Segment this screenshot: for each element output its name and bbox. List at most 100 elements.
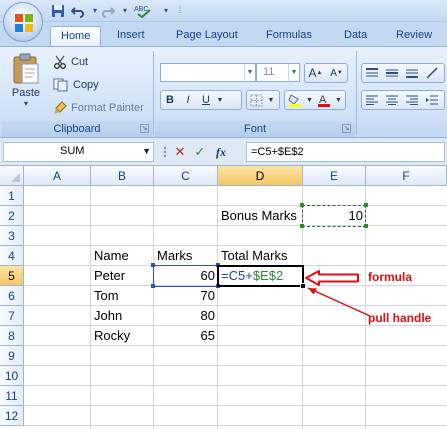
chevron-down-icon[interactable]: ▼: [244, 64, 255, 81]
italic-button[interactable]: I: [179, 91, 197, 109]
tab-page-layout[interactable]: Page Layout: [166, 26, 248, 46]
tab-insert[interactable]: Insert: [107, 26, 155, 46]
borders-button[interactable]: ▼: [246, 90, 280, 110]
font-dialog-launcher[interactable]: ↘: [342, 124, 351, 133]
row-header-7[interactable]: 7: [0, 306, 24, 326]
align-middle-icon[interactable]: [382, 64, 402, 82]
chevron-down-icon[interactable]: ▼: [265, 91, 277, 109]
align-top-icon[interactable]: [362, 64, 382, 82]
enter-icon[interactable]: ✓: [190, 144, 210, 160]
align-bottom-icon[interactable]: [402, 64, 422, 82]
chevron-down-icon[interactable]: ▼: [334, 91, 343, 109]
cell-b5[interactable]: Peter: [91, 266, 154, 286]
underline-button[interactable]: U: [197, 91, 215, 109]
cell-c4[interactable]: Marks: [154, 246, 218, 266]
paste-button[interactable]: Paste ▾: [8, 53, 44, 117]
align-left-icon[interactable]: [362, 91, 382, 109]
save-icon[interactable]: [50, 3, 66, 18]
reference-handle[interactable]: [300, 224, 304, 228]
row-header-5[interactable]: 5: [0, 266, 24, 286]
format-painter-button[interactable]: Format Painter: [53, 101, 144, 115]
orientation-icon[interactable]: [422, 64, 442, 82]
chevron-down-icon[interactable]: ▼: [288, 64, 299, 81]
select-all-button[interactable]: [0, 166, 24, 186]
cell-c6[interactable]: 70: [154, 286, 218, 306]
row-header-8[interactable]: 8: [0, 326, 24, 346]
row-header-4[interactable]: 4: [0, 246, 24, 266]
worksheet-grid[interactable]: A B C D E F 1 2 3 4 5 6 7 8 9 10 11 12 B…: [0, 166, 447, 429]
cell-b4[interactable]: Name: [91, 246, 154, 266]
copy-button[interactable]: Copy: [53, 78, 99, 92]
grid-line: [24, 305, 447, 306]
cell-d4[interactable]: Total Marks: [218, 246, 303, 266]
chevron-down-icon[interactable]: ▾: [117, 3, 133, 18]
reference-handle[interactable]: [364, 224, 368, 228]
shrink-font-button[interactable]: A ▼: [326, 64, 347, 82]
font-style-group: B I U ▼: [160, 90, 242, 110]
cell-c8[interactable]: 65: [154, 326, 218, 346]
row-header-3[interactable]: 3: [0, 226, 24, 246]
redo-icon[interactable]: [100, 3, 116, 18]
resize-handle-icon[interactable]: [160, 141, 170, 163]
tab-data[interactable]: Data: [334, 26, 377, 46]
copy-label: Copy: [73, 79, 99, 91]
row-header-12[interactable]: 12: [0, 406, 24, 426]
align-center-icon[interactable]: [382, 91, 402, 109]
chevron-down-icon[interactable]: ▼: [215, 91, 225, 109]
cell-b8[interactable]: Rocky: [91, 326, 154, 346]
undo-icon[interactable]: [70, 3, 86, 18]
cell-c7[interactable]: 80: [154, 306, 218, 326]
spelling-icon[interactable]: ABC: [133, 3, 155, 18]
align-right-icon[interactable]: [402, 91, 422, 109]
reference-handle[interactable]: [364, 203, 368, 207]
office-button[interactable]: [3, 2, 43, 42]
grid-line: [24, 325, 447, 326]
grid-line: [24, 365, 447, 366]
formula-annotation: formula: [368, 270, 413, 284]
row-header-9[interactable]: 9: [0, 346, 24, 366]
column-header-f[interactable]: F: [366, 166, 447, 186]
bold-button[interactable]: B: [161, 91, 179, 109]
ribbon: Paste ▾ Cut Copy Format Painter Clipboar…: [0, 46, 447, 138]
grow-font-button[interactable]: A ▲: [305, 64, 326, 82]
chevron-down-icon[interactable]: ▼: [305, 91, 314, 109]
cut-button[interactable]: Cut: [53, 55, 88, 69]
chevron-down-icon[interactable]: ▼: [142, 146, 151, 156]
row-header-2[interactable]: 2: [0, 206, 24, 226]
customize-qat-icon[interactable]: ⁞: [172, 3, 188, 18]
name-box[interactable]: SUM ▼: [3, 142, 154, 162]
format-painter-label: Format Painter: [71, 102, 144, 114]
column-header-b[interactable]: B: [91, 166, 154, 186]
cancel-icon[interactable]: ✕: [170, 144, 190, 160]
row-header-10[interactable]: 10: [0, 366, 24, 386]
cell-b6[interactable]: Tom: [91, 286, 154, 306]
insert-function-icon[interactable]: fx: [210, 145, 232, 160]
reference-handle[interactable]: [300, 203, 304, 207]
cell-b7[interactable]: John: [91, 306, 154, 326]
indent-icon[interactable]: [422, 91, 442, 109]
formula-input[interactable]: =C5+$E$2: [246, 142, 445, 162]
font-size-combo[interactable]: 11 ▼: [256, 63, 300, 82]
reference-handle[interactable]: [151, 284, 155, 288]
column-header-e[interactable]: E: [303, 166, 366, 186]
column-header-d[interactable]: D: [218, 166, 303, 186]
reference-handle[interactable]: [151, 263, 155, 267]
paintbrush-icon: [53, 101, 67, 115]
name-box-value: SUM: [60, 145, 85, 157]
formula-buttons: ✕ ✓ fx: [160, 141, 244, 163]
clipboard-dialog-launcher[interactable]: ↘: [140, 124, 149, 133]
column-header-c[interactable]: C: [154, 166, 218, 186]
row-header-6[interactable]: 6: [0, 286, 24, 306]
font-name-combo[interactable]: ▼: [160, 63, 256, 82]
tab-formulas[interactable]: Formulas: [256, 26, 322, 46]
column-header-a[interactable]: A: [24, 166, 91, 186]
row-header-11[interactable]: 11: [0, 386, 24, 406]
font-size-value: 11: [263, 66, 275, 78]
font-color-icon[interactable]: A: [314, 91, 334, 109]
fill-color-icon[interactable]: [285, 91, 305, 109]
grid-line: [24, 425, 447, 426]
tab-home[interactable]: Home: [50, 26, 102, 46]
row-header-1[interactable]: 1: [0, 186, 24, 206]
tab-review[interactable]: Review: [386, 26, 442, 46]
pull-handle-annotation: pull handle: [368, 311, 432, 325]
